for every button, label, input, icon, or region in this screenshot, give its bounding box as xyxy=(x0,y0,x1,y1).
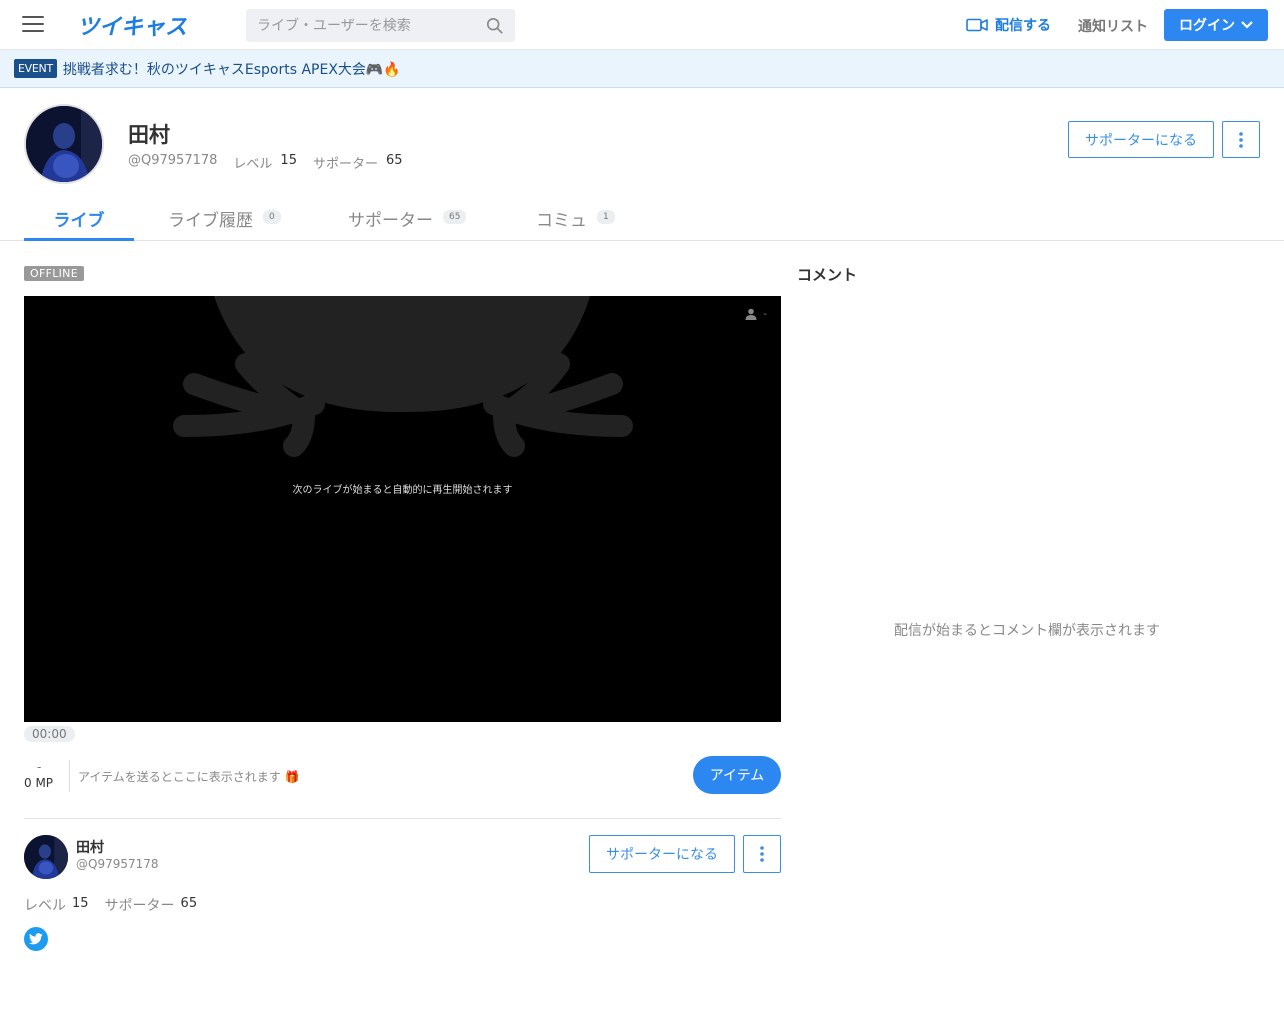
search-icon[interactable] xyxy=(486,17,504,35)
camera-icon xyxy=(966,18,988,32)
broadcast-label: 配信する xyxy=(995,18,1051,34)
event-badge: EVENT xyxy=(14,59,57,78)
item-message: アイテムを送るとここに表示されます 🎁 xyxy=(78,770,300,784)
tab-live-history[interactable]: ライブ履歴 0 xyxy=(168,198,281,241)
twitter-icon xyxy=(29,933,43,945)
mp-dash: - xyxy=(37,760,42,774)
tab-supporters-label: サポーター xyxy=(348,211,433,231)
level-label: レベル xyxy=(233,157,273,172)
video-player[interactable]: - 次のライブが始まると自動的に再生開始されます xyxy=(24,296,781,722)
supporter-count: 65 xyxy=(180,896,198,911)
supporter-label: サポーター xyxy=(104,898,175,914)
viewer-count: - xyxy=(745,308,767,320)
offline-badge: OFFLINE xyxy=(24,266,84,281)
search-input[interactable] xyxy=(246,9,476,42)
tab-community[interactable]: コミュ 1 xyxy=(536,198,615,241)
player-message: 次のライブが始まると自動的に再生開始されます xyxy=(292,485,513,496)
elapsed-time: 00:00 xyxy=(24,726,75,742)
profile-avatar[interactable] xyxy=(24,104,104,184)
more-options-button[interactable] xyxy=(1222,121,1260,158)
profile-tabs: ライブ ライブ履歴 0 サポーター 65 コミュ 1 xyxy=(0,198,1284,241)
supporter-count: 65 xyxy=(385,153,403,168)
comment-title: コメント xyxy=(797,266,858,284)
user-id: @Q97957178 xyxy=(76,857,159,871)
tab-live[interactable]: ライブ xyxy=(24,198,134,241)
search-box xyxy=(246,9,515,42)
twitter-link[interactable] xyxy=(24,927,48,951)
tab-community-label: コミュ xyxy=(536,211,587,231)
become-supporter-button[interactable]: サポーターになる xyxy=(1068,121,1214,158)
profile-meta: @Q97957178 レベル 15 サポーター 65 xyxy=(128,153,419,172)
chevron-down-icon xyxy=(1241,21,1253,29)
profile-name: 田村 xyxy=(128,123,170,147)
become-supporter-button-bottom[interactable]: サポーターになる xyxy=(589,835,735,873)
item-button[interactable]: アイテム xyxy=(693,756,781,794)
level-value: 15 xyxy=(280,153,297,168)
login-label: ログイン xyxy=(1179,18,1235,34)
level-label: レベル xyxy=(24,898,66,914)
supporter-label: サポーター xyxy=(312,157,378,172)
tab-community-count: 1 xyxy=(597,210,615,224)
tab-supporters[interactable]: サポーター 65 xyxy=(348,198,467,241)
kebab-menu-icon xyxy=(760,846,764,862)
user-meta: レベル 15 サポーター 65 xyxy=(24,895,213,915)
tab-supporters-count: 65 xyxy=(443,210,467,224)
login-button[interactable]: ログイン xyxy=(1164,9,1268,41)
site-logo[interactable]: ツイキャス xyxy=(77,9,187,41)
tab-live-label: ライブ xyxy=(53,211,105,231)
event-banner[interactable]: EVENT 挑戦者求む！秋のツイキャスEsports APEX大会🎮🔥 xyxy=(0,50,1284,88)
top-header: ツイキャス 配信する 通知リスト ログイン xyxy=(0,0,1284,50)
more-options-button-bottom[interactable] xyxy=(743,835,781,873)
mp-value: 0 MP xyxy=(24,776,54,790)
viewer-count-value: - xyxy=(763,308,767,320)
comment-empty-message: 配信が始まるとコメント欄が表示されます xyxy=(894,623,1160,639)
notification-list-link[interactable]: 通知リスト xyxy=(1078,16,1148,36)
divider xyxy=(24,818,781,819)
tab-live-history-label: ライブ履歴 xyxy=(168,211,253,231)
broadcast-button[interactable]: 配信する xyxy=(966,15,1051,35)
menu-icon[interactable] xyxy=(22,16,44,34)
person-icon xyxy=(745,308,757,320)
user-name[interactable]: 田村 xyxy=(76,837,104,857)
profile-id: @Q97957178 xyxy=(128,153,218,168)
user-avatar[interactable] xyxy=(24,835,68,879)
offline-mascot-image xyxy=(173,296,633,457)
tab-live-history-count: 0 xyxy=(263,210,281,224)
level-value: 15 xyxy=(72,896,89,911)
event-text[interactable]: 挑戦者求む！秋のツイキャスEsports APEX大会🎮🔥 xyxy=(63,59,401,79)
kebab-menu-icon xyxy=(1239,131,1243,148)
mp-counter: - 0 MP xyxy=(24,760,70,792)
